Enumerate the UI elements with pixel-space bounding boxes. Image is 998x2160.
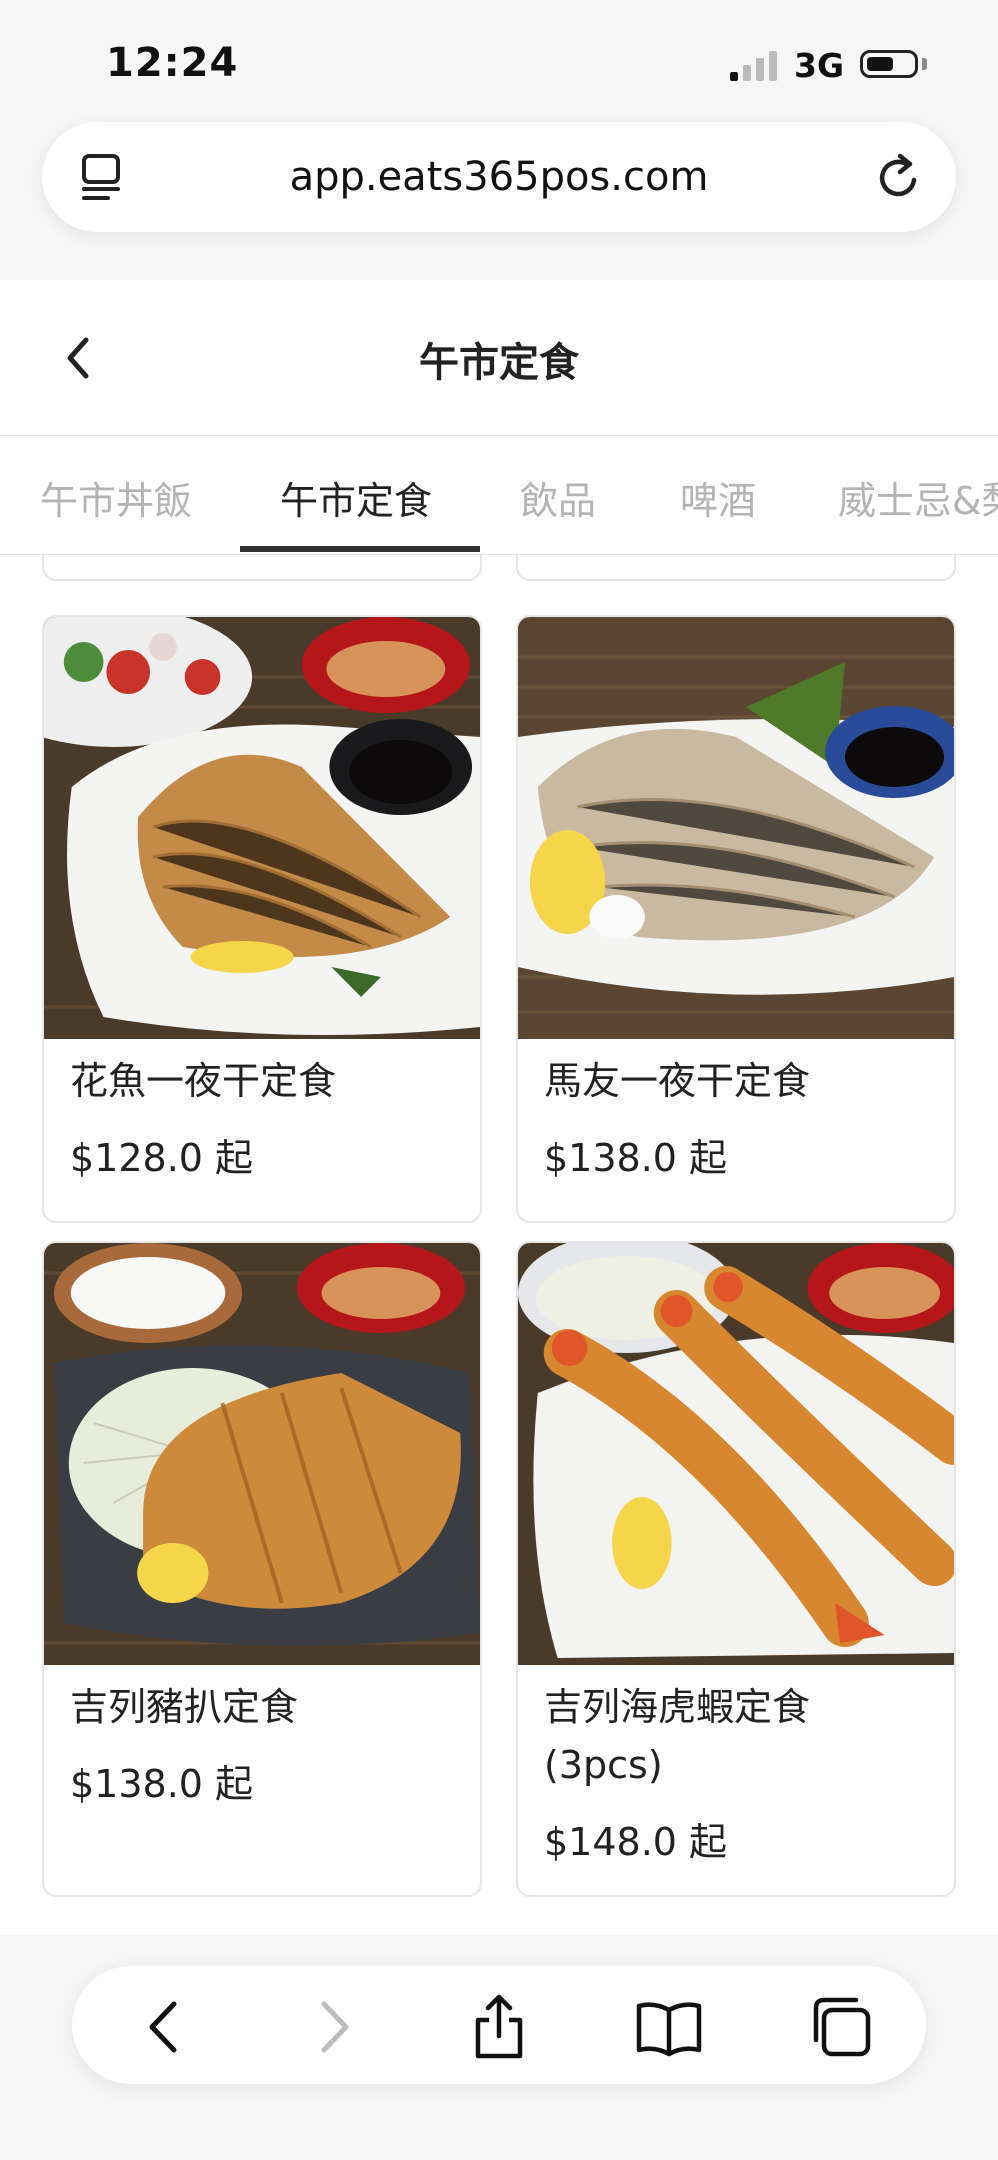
tab-whisky[interactable]: 威士忌&梨 <box>838 470 998 525</box>
pork-cutlet-photo <box>44 1243 480 1665</box>
tab-lunch-set[interactable]: 午市定食 <box>280 470 432 525</box>
item-name: 花魚一夜干定食 <box>70 1059 337 1103</box>
network-type: 3G <box>794 46 845 85</box>
tab-lunch-rice-bowl[interactable]: 午市丼飯 <box>40 470 192 525</box>
menu-item-card[interactable]: 吉列海虎蝦定食 (3pcs) $148.0 起 <box>516 1241 956 1897</box>
address-bar[interactable]: app.eats365pos.com <box>42 122 956 232</box>
back-arrow-icon[interactable] <box>130 1992 200 2062</box>
grilled-fish-photo <box>44 617 480 1039</box>
page-header: 午市定食 <box>0 280 998 436</box>
item-name: 馬友一夜干定食 <box>544 1059 811 1103</box>
tabs-icon[interactable] <box>806 1992 876 2062</box>
reload-icon[interactable] <box>872 150 926 204</box>
previous-item-card[interactable] <box>516 555 956 581</box>
item-price: $148.0 起 <box>544 1820 728 1864</box>
share-icon[interactable] <box>464 1992 534 2062</box>
active-tab-indicator <box>240 546 480 552</box>
previous-item-card[interactable] <box>42 555 482 581</box>
category-tabs: 午市丼飯 午市定食 飲品 啤酒 威士忌&梨 <box>0 436 998 555</box>
clock: 12:24 <box>106 40 239 86</box>
battery-icon <box>860 50 918 78</box>
item-price: $138.0 起 <box>544 1136 728 1180</box>
battery-cap <box>922 58 927 70</box>
bookmarks-icon[interactable] <box>634 1992 704 2062</box>
page-title: 午市定食 <box>419 340 579 386</box>
item-name: 吉列海虎蝦定食 <box>544 1685 811 1729</box>
item-price: $138.0 起 <box>70 1762 254 1806</box>
menu-grid: 花魚一夜干定食 $128.0 起 馬友一夜干定食 $138.0 起 吉列豬扒定食… <box>0 555 998 1935</box>
signal-icon <box>730 51 777 81</box>
tab-beer[interactable]: 啤酒 <box>680 470 756 525</box>
status-bar: 12:24 3G <box>0 0 998 120</box>
fried-prawn-photo <box>518 1243 954 1665</box>
menu-item-card[interactable]: 花魚一夜干定食 $128.0 起 <box>42 615 482 1223</box>
tab-drinks[interactable]: 飲品 <box>520 470 596 525</box>
forward-arrow-icon[interactable] <box>298 1992 368 2062</box>
item-name: 吉列豬扒定食 <box>70 1685 299 1729</box>
item-price: $128.0 起 <box>70 1136 254 1180</box>
url-text[interactable]: app.eats365pos.com <box>42 154 956 200</box>
menu-item-card[interactable]: 馬友一夜干定食 $138.0 起 <box>516 615 956 1223</box>
browser-toolbar <box>72 1966 926 2084</box>
menu-item-card[interactable]: 吉列豬扒定食 $138.0 起 <box>42 1241 482 1897</box>
item-name-line2: (3pcs) <box>544 1743 663 1787</box>
grilled-fish-photo <box>518 617 954 1039</box>
